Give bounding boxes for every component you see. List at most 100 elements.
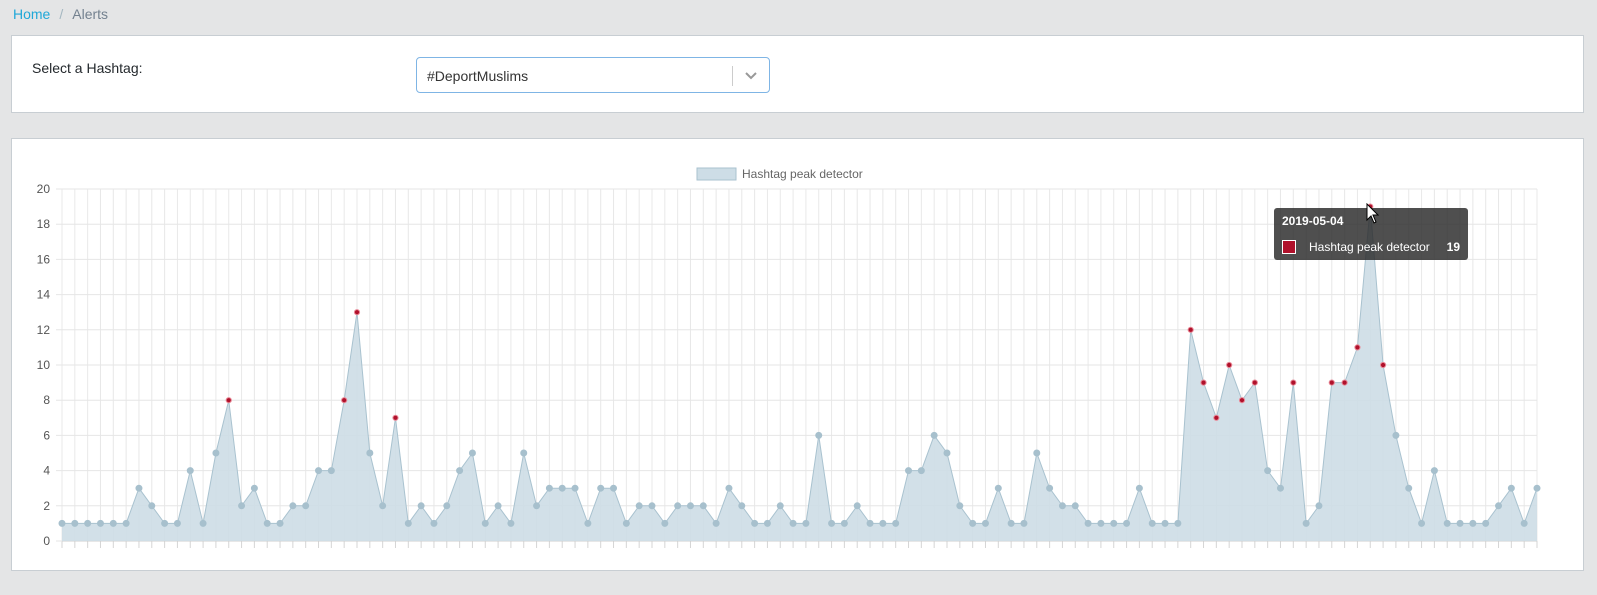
hashtag-select[interactable]: #DeportMuslims [416, 57, 770, 93]
data-point [96, 519, 104, 527]
chevron-down-icon[interactable] [743, 67, 759, 83]
data-point [507, 519, 515, 527]
data-point [404, 519, 412, 527]
y-tick-label: 14 [37, 288, 51, 302]
data-point [712, 519, 720, 527]
peak-point [1251, 379, 1258, 386]
breadcrumb-current: Alerts [72, 6, 109, 22]
breadcrumb: Home / Alerts [13, 6, 108, 22]
data-point [610, 484, 618, 492]
chart-card: 0 2 4 6 8 10 12 14 16 18 20 Hashtag peak detector [11, 138, 1584, 571]
data-point [1058, 502, 1066, 510]
data-point [763, 519, 771, 527]
data-point [109, 519, 117, 527]
data-point [250, 484, 258, 492]
data-point [635, 502, 643, 510]
data-point [1418, 519, 1426, 527]
data-point [315, 467, 323, 475]
data-point [494, 502, 502, 510]
peak-point [1187, 326, 1194, 333]
data-point [597, 484, 605, 492]
data-point [892, 519, 900, 527]
data-point [379, 502, 387, 510]
data-point [430, 519, 438, 527]
peak-point [225, 397, 232, 404]
data-point [571, 484, 579, 492]
data-point [122, 519, 130, 527]
data-point [468, 449, 476, 457]
hashtag-select-label: Select a Hashtag: [32, 60, 143, 76]
data-point [1392, 431, 1400, 439]
peak-point [1328, 379, 1335, 386]
data-point [969, 519, 977, 527]
y-tick-label: 12 [37, 323, 51, 337]
mouse-cursor-icon [1366, 203, 1380, 224]
data-point [686, 502, 694, 510]
data-point [1046, 484, 1054, 492]
data-point [276, 519, 284, 527]
data-point [789, 519, 797, 527]
data-point [135, 484, 143, 492]
y-tick-label: 8 [43, 393, 50, 407]
breadcrumb-separator: / [59, 6, 64, 22]
data-point [1148, 519, 1156, 527]
peak-chart[interactable]: 0 2 4 6 8 10 12 14 16 18 20 Hashtag peak detector [12, 139, 1585, 572]
data-point [1135, 484, 1143, 492]
data-point [1097, 519, 1105, 527]
peak-point [1238, 397, 1246, 404]
data-point [905, 467, 913, 475]
data-point [584, 519, 592, 527]
data-point [802, 519, 810, 527]
data-point [751, 519, 759, 527]
data-point [1456, 519, 1464, 527]
data-point [186, 467, 194, 475]
peak-point [341, 397, 348, 404]
data-point [776, 502, 784, 510]
data-point [840, 519, 848, 527]
data-point [533, 502, 541, 510]
hashtag-select-card: Select a Hashtag: #DeportMuslims [11, 35, 1584, 113]
y-tick-label: 20 [37, 182, 51, 196]
data-point [520, 449, 528, 457]
select-indicator-separator [732, 66, 733, 86]
data-point [815, 431, 823, 439]
data-point [1071, 502, 1079, 510]
legend-label: Hashtag peak detector [742, 167, 863, 181]
data-point [1507, 484, 1515, 492]
y-tick-label: 18 [37, 217, 51, 231]
data-point [994, 484, 1002, 492]
data-point [943, 449, 951, 457]
y-tick-label: 16 [37, 252, 51, 266]
peak-point [1290, 379, 1297, 386]
data-point [1033, 449, 1041, 457]
data-point [738, 502, 746, 510]
data-point [1276, 484, 1284, 492]
peak-point [392, 414, 399, 421]
data-point [1315, 502, 1323, 510]
data-point [1469, 519, 1477, 527]
data-point [1533, 484, 1541, 492]
tooltip-value: 19 [1446, 240, 1460, 254]
data-point [1443, 519, 1451, 527]
data-point [263, 519, 271, 527]
tooltip-date: 2019-05-04 [1282, 214, 1344, 228]
y-tick-label: 6 [43, 428, 50, 442]
data-point [1007, 519, 1015, 527]
data-point [1110, 519, 1118, 527]
peak-point [1213, 414, 1220, 421]
data-point [1123, 519, 1131, 527]
breadcrumb-home-link[interactable]: Home [13, 6, 50, 22]
peak-point [1341, 379, 1348, 386]
data-point [622, 519, 630, 527]
data-point [981, 519, 989, 527]
data-point [956, 502, 964, 510]
data-point [853, 502, 861, 510]
data-point [417, 502, 425, 510]
data-point [1495, 502, 1503, 510]
data-point [1302, 519, 1310, 527]
data-point [866, 519, 874, 527]
data-point [238, 502, 246, 510]
peak-point [353, 309, 361, 316]
data-point [161, 519, 169, 527]
data-point [443, 502, 451, 510]
